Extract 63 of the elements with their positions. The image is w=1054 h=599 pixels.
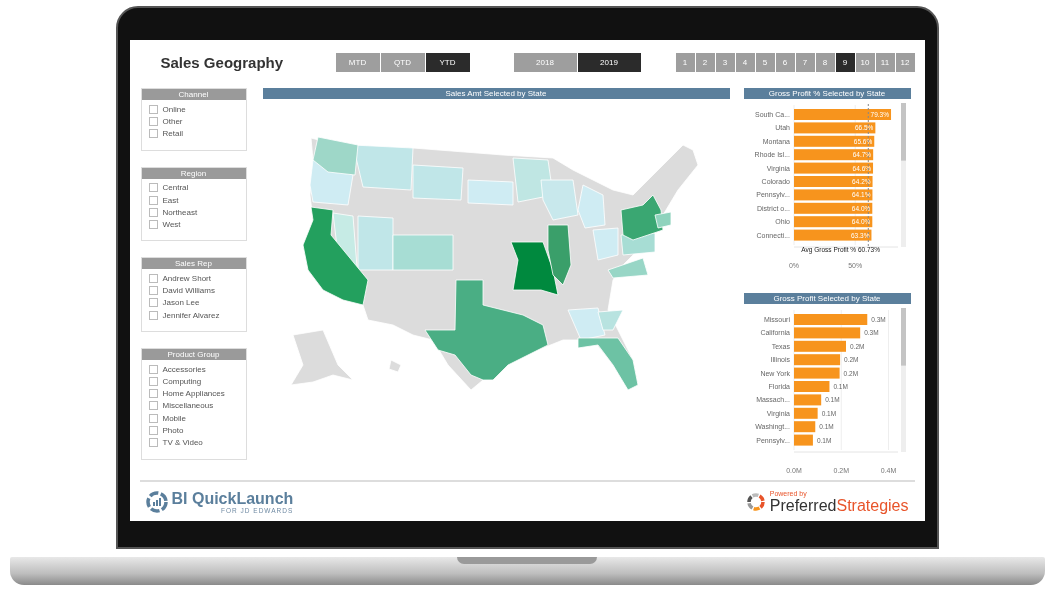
checkbox[interactable] (148, 195, 158, 205)
checkbox[interactable] (148, 129, 158, 139)
filter-option[interactable]: Jennifer Alvarez (162, 310, 220, 320)
chart-title: Gross Profit % Selected by State (743, 88, 911, 100)
checkbox[interactable] (148, 298, 158, 308)
checkbox[interactable] (148, 364, 158, 374)
bar (793, 407, 818, 419)
dashboard-title: Sales Geography (160, 53, 285, 71)
checkbox[interactable] (148, 413, 158, 423)
bar (793, 394, 821, 406)
filter-option[interactable]: Central (162, 183, 189, 193)
filter-option[interactable]: TV & Video (162, 437, 203, 447)
filter-option[interactable]: Other (162, 116, 183, 126)
checkbox[interactable] (148, 425, 158, 435)
checkbox[interactable] (148, 401, 158, 411)
bar (793, 367, 840, 379)
filter-option[interactable]: Jason Lee (162, 298, 200, 308)
checkbox[interactable] (148, 310, 158, 320)
bar (793, 434, 813, 446)
checkbox[interactable] (148, 219, 158, 229)
filter-header: Product Group (141, 349, 246, 361)
filter-option[interactable]: Miscellaneous (162, 401, 214, 411)
bar (793, 381, 829, 393)
filter-option[interactable]: Retail (162, 129, 183, 139)
filter-header: Region (141, 167, 246, 179)
filter-option[interactable]: David Williams (162, 286, 215, 296)
checkbox[interactable] (148, 286, 158, 296)
bar (793, 340, 846, 352)
filter-option[interactable]: Photo (162, 425, 184, 435)
checkbox[interactable] (148, 104, 158, 114)
checkbox[interactable] (148, 183, 158, 193)
filter-option[interactable]: Accessories (162, 364, 206, 374)
filter-header: Channel (141, 89, 246, 101)
filter-option[interactable]: Home Appliances (162, 389, 225, 399)
filter-option[interactable]: Computing (162, 377, 202, 386)
checkbox[interactable] (148, 207, 158, 217)
period-button[interactable]: YTD (425, 52, 470, 72)
filter-option[interactable]: East (162, 195, 179, 205)
filter-option[interactable]: Andrew Short (162, 274, 211, 284)
bar (793, 421, 815, 433)
bar-chart-ring-logo-icon (145, 490, 168, 513)
partner-name: Preferred (769, 496, 837, 514)
filter-option[interactable]: Online (162, 104, 186, 114)
scrollbar[interactable] (900, 308, 906, 453)
partner-name: Strategies (836, 496, 909, 514)
checkbox[interactable] (148, 389, 158, 399)
segmented-ring-logo-icon (745, 491, 766, 512)
checkbox[interactable] (148, 274, 158, 284)
checkbox[interactable] (148, 437, 158, 447)
chart-title: Gross Profit Selected by State (743, 293, 911, 305)
chart-title: Sales Amt Selected by State (262, 88, 730, 100)
filter-option[interactable]: Northeast (162, 207, 198, 217)
filter-option[interactable]: Mobile (162, 413, 187, 423)
checkbox[interactable] (148, 377, 158, 386)
bar (793, 327, 860, 339)
scrollbar[interactable] (900, 103, 906, 248)
filter-header: Sales Rep (141, 258, 246, 270)
brand-name: BI QuickLaunch (171, 489, 294, 507)
month-button[interactable]: 9 (835, 52, 855, 72)
year-button[interactable]: 2019 (577, 52, 641, 72)
filter-option[interactable]: West (162, 219, 181, 229)
checkbox[interactable] (148, 116, 158, 126)
bar (793, 354, 840, 366)
